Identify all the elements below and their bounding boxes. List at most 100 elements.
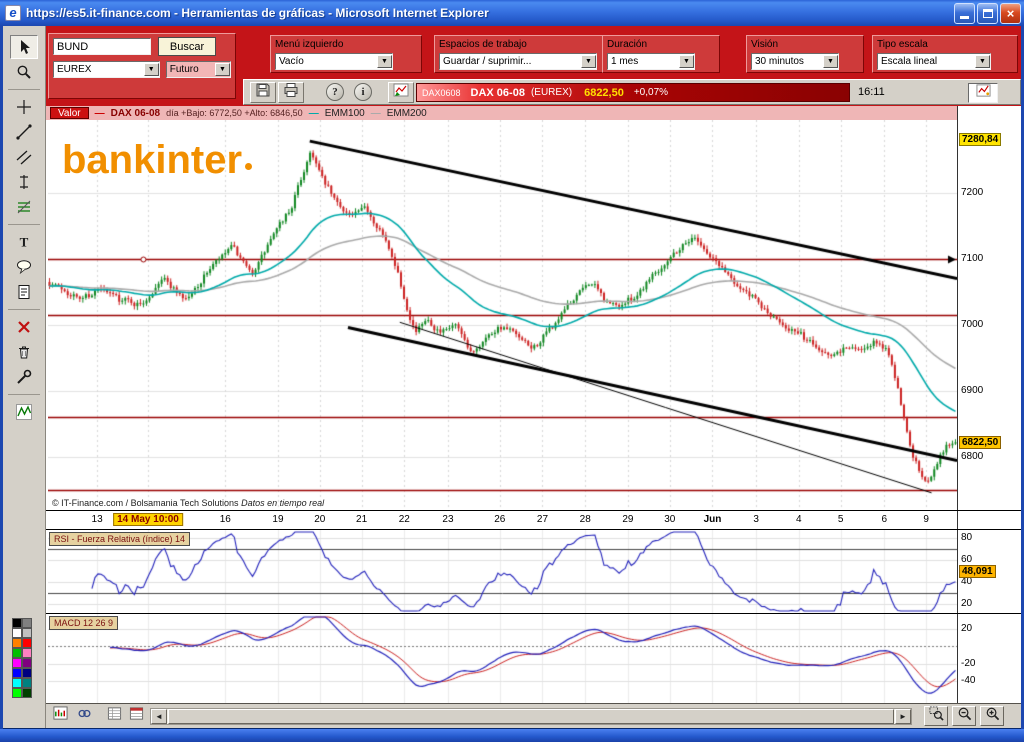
ticker-code: DAX0608	[422, 88, 461, 98]
rsi-value-badge: 48,091	[959, 565, 996, 578]
color-swatch[interactable]	[22, 678, 32, 688]
svg-text:T: T	[20, 235, 29, 250]
series-dash-icon: —	[95, 108, 105, 119]
scroll-right-button[interactable]: ►	[895, 709, 911, 724]
group-label: Menú izquierdo	[275, 39, 417, 50]
left-menu-select[interactable]: Vacío ▼	[275, 53, 393, 70]
top-toolbar: Buscar EUREX ▼ Futuro ▼ Menú izquierdo V…	[46, 26, 1021, 106]
cursor-tool[interactable]	[10, 35, 38, 59]
ticker-change: +0,07%	[634, 87, 668, 98]
print-button[interactable]	[278, 82, 304, 103]
help-button[interactable]: ?	[326, 83, 344, 101]
bankinter-watermark: bankinter	[62, 138, 252, 183]
horizontal-scrollbar[interactable]: ◄ ►	[150, 708, 912, 725]
color-swatch[interactable]	[22, 658, 32, 668]
color-swatch[interactable]	[12, 618, 22, 628]
duration-select[interactable]: 1 mes ▼	[607, 53, 695, 70]
market-select[interactable]: EUREX ▼	[53, 61, 160, 78]
zoom-out-button[interactable]	[952, 706, 976, 726]
group-label: Duración	[607, 39, 715, 50]
info-button[interactable]: i	[354, 83, 372, 101]
series-name: DAX 06-08	[111, 108, 160, 119]
group-label: Tipo escala	[877, 39, 1013, 50]
scrollbar-thumb[interactable]	[168, 709, 894, 724]
floppy-icon	[255, 82, 271, 103]
dropdown-arrow-icon: ▼	[823, 55, 838, 68]
fibonacci-tool[interactable]	[10, 195, 38, 219]
portfolio-button[interactable]	[126, 707, 146, 725]
instrument-select[interactable]: Futuro ▼	[166, 61, 231, 78]
dropdown-arrow-icon: ▼	[679, 55, 694, 68]
title-bar[interactable]: e https://es5.it-finance.com - Herramien…	[0, 0, 1024, 26]
dropdown-arrow-icon: ▼	[581, 55, 596, 68]
time-axis-label: 30	[664, 514, 675, 525]
new-chart-button[interactable]	[50, 707, 70, 725]
drawing-toolbar: T	[3, 26, 46, 729]
time-axis-label: 6	[881, 514, 887, 525]
color-swatch[interactable]	[12, 658, 22, 668]
zigzag-indicator-tool[interactable]	[10, 400, 38, 424]
trendline-tool[interactable]	[10, 120, 38, 144]
popup-chart-button[interactable]	[968, 83, 998, 103]
zoom-in-button[interactable]	[980, 706, 1004, 726]
color-swatch[interactable]	[12, 628, 22, 638]
emm100-dash-icon: —	[309, 108, 319, 119]
color-swatch[interactable]	[12, 688, 22, 698]
valor-chip[interactable]: Valor	[50, 107, 89, 119]
zoom-selection-button[interactable]	[924, 706, 948, 726]
left-menu-group: Menú izquierdo Vacío ▼	[270, 35, 422, 73]
scroll-left-button[interactable]: ◄	[151, 709, 167, 724]
color-swatch[interactable]	[12, 678, 22, 688]
time-axis: 1314 May 10:001619202122232627282930Jun3…	[46, 510, 957, 529]
time-axis-label: 20	[314, 514, 325, 525]
color-swatch[interactable]	[12, 668, 22, 678]
link-charts-button[interactable]	[74, 707, 94, 725]
notes-tool[interactable]	[10, 280, 38, 304]
maximize-button[interactable]	[977, 3, 998, 24]
color-swatch[interactable]	[22, 628, 32, 638]
scale-select[interactable]: Escala lineal ▼	[877, 53, 991, 70]
load-chart-button[interactable]	[388, 82, 414, 103]
cr0sshair-tool[interactable]	[10, 95, 38, 119]
price-axis-label: 6900	[961, 385, 983, 396]
color-swatch[interactable]	[12, 648, 22, 658]
macd-label[interactable]: MACD 12 26 9	[49, 616, 118, 630]
close-button[interactable]: ×	[1000, 3, 1021, 24]
color-swatch[interactable]	[22, 638, 32, 648]
time-axis-highlight: 14 May 10:00	[113, 513, 183, 526]
callout-tool[interactable]	[10, 255, 38, 279]
scroll-left-icon: ◄	[155, 712, 163, 721]
search-button[interactable]: Buscar	[158, 37, 216, 56]
group-label: Visión	[751, 39, 859, 50]
color-swatch[interactable]	[22, 648, 32, 658]
color-swatch[interactable]	[12, 638, 22, 648]
minimize-button[interactable]	[954, 3, 975, 24]
save-button[interactable]	[250, 82, 276, 103]
text-tool[interactable]: T	[10, 230, 38, 254]
rsi-label[interactable]: RSI - Fuerza Relativa (índice) 14	[49, 532, 190, 546]
color-swatch[interactable]	[22, 688, 32, 698]
quote-list-button[interactable]	[104, 707, 124, 725]
time-axis-label: 16	[220, 514, 231, 525]
parallel-channel-tool[interactable]	[10, 145, 38, 169]
color-palette	[12, 618, 32, 698]
zoom-in-icon	[985, 706, 1000, 726]
timeframe-select[interactable]: 30 minutos ▼	[751, 53, 839, 70]
drawing-settings-tool[interactable]	[10, 365, 38, 389]
color-swatch[interactable]	[22, 618, 32, 628]
trash-tool[interactable]	[10, 340, 38, 364]
zoom-tool[interactable]	[10, 60, 38, 84]
rsi-axis-label: 20	[961, 598, 972, 609]
day-range-info: día +Bajo: 6772,50 +Alto: 6846,50	[166, 108, 303, 118]
workspaces-select[interactable]: Guardar / suprimir... ▼	[439, 53, 597, 70]
vertical-line-tool[interactable]	[10, 170, 38, 194]
dropdown-arrow-icon: ▼	[377, 55, 392, 68]
macd-axis-label: -20	[961, 658, 975, 669]
maximize-icon	[983, 9, 993, 18]
color-swatch[interactable]	[22, 668, 32, 678]
symbol-search-input[interactable]	[53, 38, 151, 55]
macd-canvas[interactable]	[48, 614, 957, 703]
instrument-ticker[interactable]: DAX0608 DAX 06-08 (EUREX) 6822,50 +0,07%	[416, 83, 850, 102]
erase-drawings-tool[interactable]	[10, 315, 38, 339]
time-axis-label: 13	[92, 514, 103, 525]
